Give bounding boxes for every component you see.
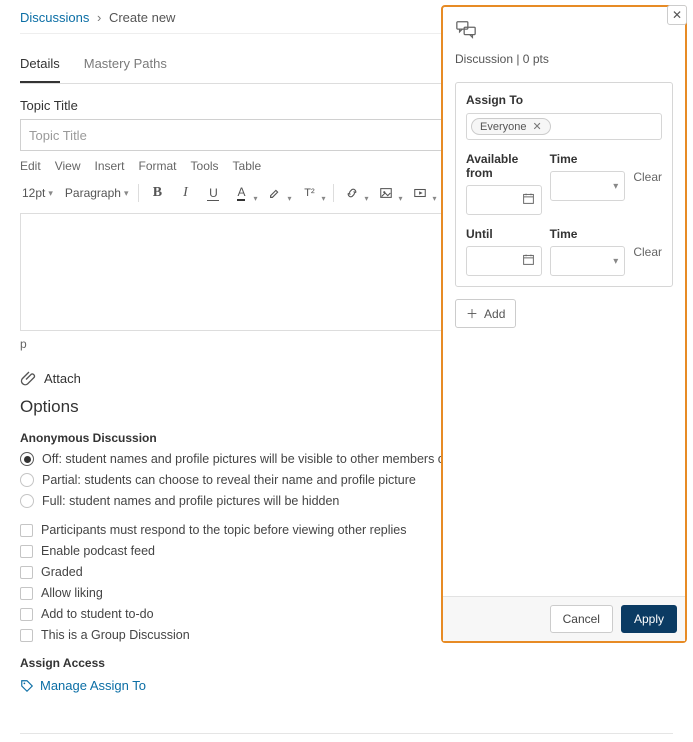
chevron-down-icon: ▾	[48, 188, 53, 199]
checkbox-unchecked-icon	[20, 545, 33, 558]
toolbar-separator	[138, 184, 139, 202]
checkbox-unchecked-icon	[20, 587, 33, 600]
font-size-select[interactable]: 12pt▾	[20, 182, 55, 204]
option-graded-label: Graded	[41, 565, 83, 579]
plus-icon: ＋	[466, 305, 478, 322]
checkbox-unchecked-icon	[20, 566, 33, 579]
discussion-icon	[455, 19, 673, 44]
chevron-down-icon: ▾	[124, 188, 129, 199]
superscript-label: T²	[304, 187, 314, 199]
chevron-down-icon: ▾	[613, 256, 618, 267]
highlight-icon	[268, 186, 282, 200]
chevron-down-icon: ▾	[364, 194, 368, 203]
image-icon	[379, 186, 393, 200]
close-icon: ✕	[672, 8, 682, 22]
clear-available-from-button[interactable]: Clear	[633, 170, 662, 184]
tab-mastery-paths[interactable]: Mastery Paths	[84, 50, 167, 83]
attach-label: Attach	[44, 371, 81, 386]
checkbox-unchecked-icon	[20, 608, 33, 621]
chevron-down-icon: ▾	[287, 194, 291, 203]
option-allow-liking-label: Allow liking	[41, 586, 103, 600]
breadcrumb-separator: ›	[97, 10, 101, 25]
manage-assign-to-label: Manage Assign To	[40, 678, 146, 693]
chevron-down-icon: ▾	[613, 181, 618, 192]
tag-icon	[20, 679, 34, 693]
option-group-discussion-label: This is a Group Discussion	[41, 628, 190, 642]
editor-menu-edit[interactable]: Edit	[20, 159, 41, 173]
checkbox-unchecked-icon	[20, 524, 33, 537]
available-from-time-label: Time	[550, 152, 626, 166]
editor-menu-insert[interactable]: Insert	[94, 159, 124, 173]
until-label: Until	[466, 227, 542, 241]
assign-access-heading: Assign Access	[20, 656, 673, 670]
until-time-label: Time	[550, 227, 626, 241]
add-assignment-button[interactable]: ＋ Add	[455, 299, 516, 328]
panel-footer: Cancel Apply	[443, 596, 685, 641]
available-from-label: Available from	[466, 152, 542, 180]
media-icon	[413, 186, 427, 200]
breadcrumb-current: Create new	[109, 10, 175, 25]
editor-menu-tools[interactable]: Tools	[191, 159, 219, 173]
editor-menu-view[interactable]: View	[55, 159, 81, 173]
block-type-value: Paragraph	[65, 186, 121, 200]
superscript-button[interactable]: T²▾	[299, 183, 319, 203]
option-add-todo-label: Add to student to-do	[41, 607, 154, 621]
assignee-pill-everyone: Everyone ✕	[471, 118, 551, 135]
available-from-date-input[interactable]	[466, 185, 542, 215]
manage-assign-to-link[interactable]: Manage Assign To	[20, 678, 673, 693]
block-type-select[interactable]: Paragraph▾	[63, 182, 131, 204]
calendar-icon	[522, 192, 535, 208]
toolbar-separator	[333, 184, 334, 202]
assign-to-label: Assign To	[466, 93, 662, 107]
apply-button[interactable]: Apply	[621, 605, 677, 633]
calendar-icon	[522, 253, 535, 269]
paperclip-icon	[20, 369, 38, 387]
chevron-down-icon: ▾	[398, 194, 402, 203]
highlight-color-button[interactable]: ▾	[265, 183, 285, 203]
chevron-down-icon: ▾	[321, 194, 325, 203]
option-podcast-label: Enable podcast feed	[41, 544, 155, 558]
remove-assignee-button[interactable]: ✕	[532, 120, 541, 133]
assignee-pill-label: Everyone	[480, 121, 526, 133]
underline-button[interactable]: U	[203, 183, 223, 203]
anon-option-full-label: Full: student names and profile pictures…	[42, 494, 339, 508]
font-size-value: 12pt	[22, 186, 45, 200]
panel-title: Discussion | 0 pts	[455, 52, 673, 66]
link-button[interactable]: ▾	[342, 183, 362, 203]
add-button-label: Add	[484, 307, 505, 321]
anon-option-partial-label: Partial: students can choose to reveal t…	[42, 473, 416, 487]
editor-menu-table[interactable]: Table	[233, 159, 262, 173]
radio-checked-icon	[20, 452, 34, 466]
bold-button[interactable]: B	[147, 183, 167, 203]
until-time-input[interactable]: ▾	[550, 246, 626, 276]
chevron-down-icon: ▾	[432, 194, 436, 203]
clear-until-button[interactable]: Clear	[633, 245, 662, 259]
italic-button[interactable]: I	[175, 183, 195, 203]
checkbox-unchecked-icon	[20, 629, 33, 642]
until-date-input[interactable]	[466, 246, 542, 276]
cancel-button[interactable]: Cancel	[550, 605, 613, 633]
text-color-button[interactable]: A▾	[231, 183, 251, 203]
tab-details[interactable]: Details	[20, 50, 60, 83]
radio-unchecked-icon	[20, 494, 34, 508]
assign-to-input[interactable]: Everyone ✕	[466, 113, 662, 140]
chevron-down-icon: ▾	[253, 194, 257, 203]
close-panel-button[interactable]: ✕	[667, 5, 687, 25]
available-from-time-input[interactable]: ▾	[550, 171, 626, 201]
assignment-card: Assign To Everyone ✕ Available from	[455, 82, 673, 287]
divider	[20, 733, 673, 734]
assign-to-panel: ✕ Discussion | 0 pts Assign To Everyone …	[441, 5, 687, 643]
link-icon	[345, 186, 359, 200]
breadcrumb-root-link[interactable]: Discussions	[20, 10, 89, 25]
option-must-respond-label: Participants must respond to the topic b…	[41, 523, 406, 537]
media-button[interactable]: ▾	[410, 183, 430, 203]
radio-unchecked-icon	[20, 473, 34, 487]
editor-menu-format[interactable]: Format	[139, 159, 177, 173]
image-button[interactable]: ▾	[376, 183, 396, 203]
